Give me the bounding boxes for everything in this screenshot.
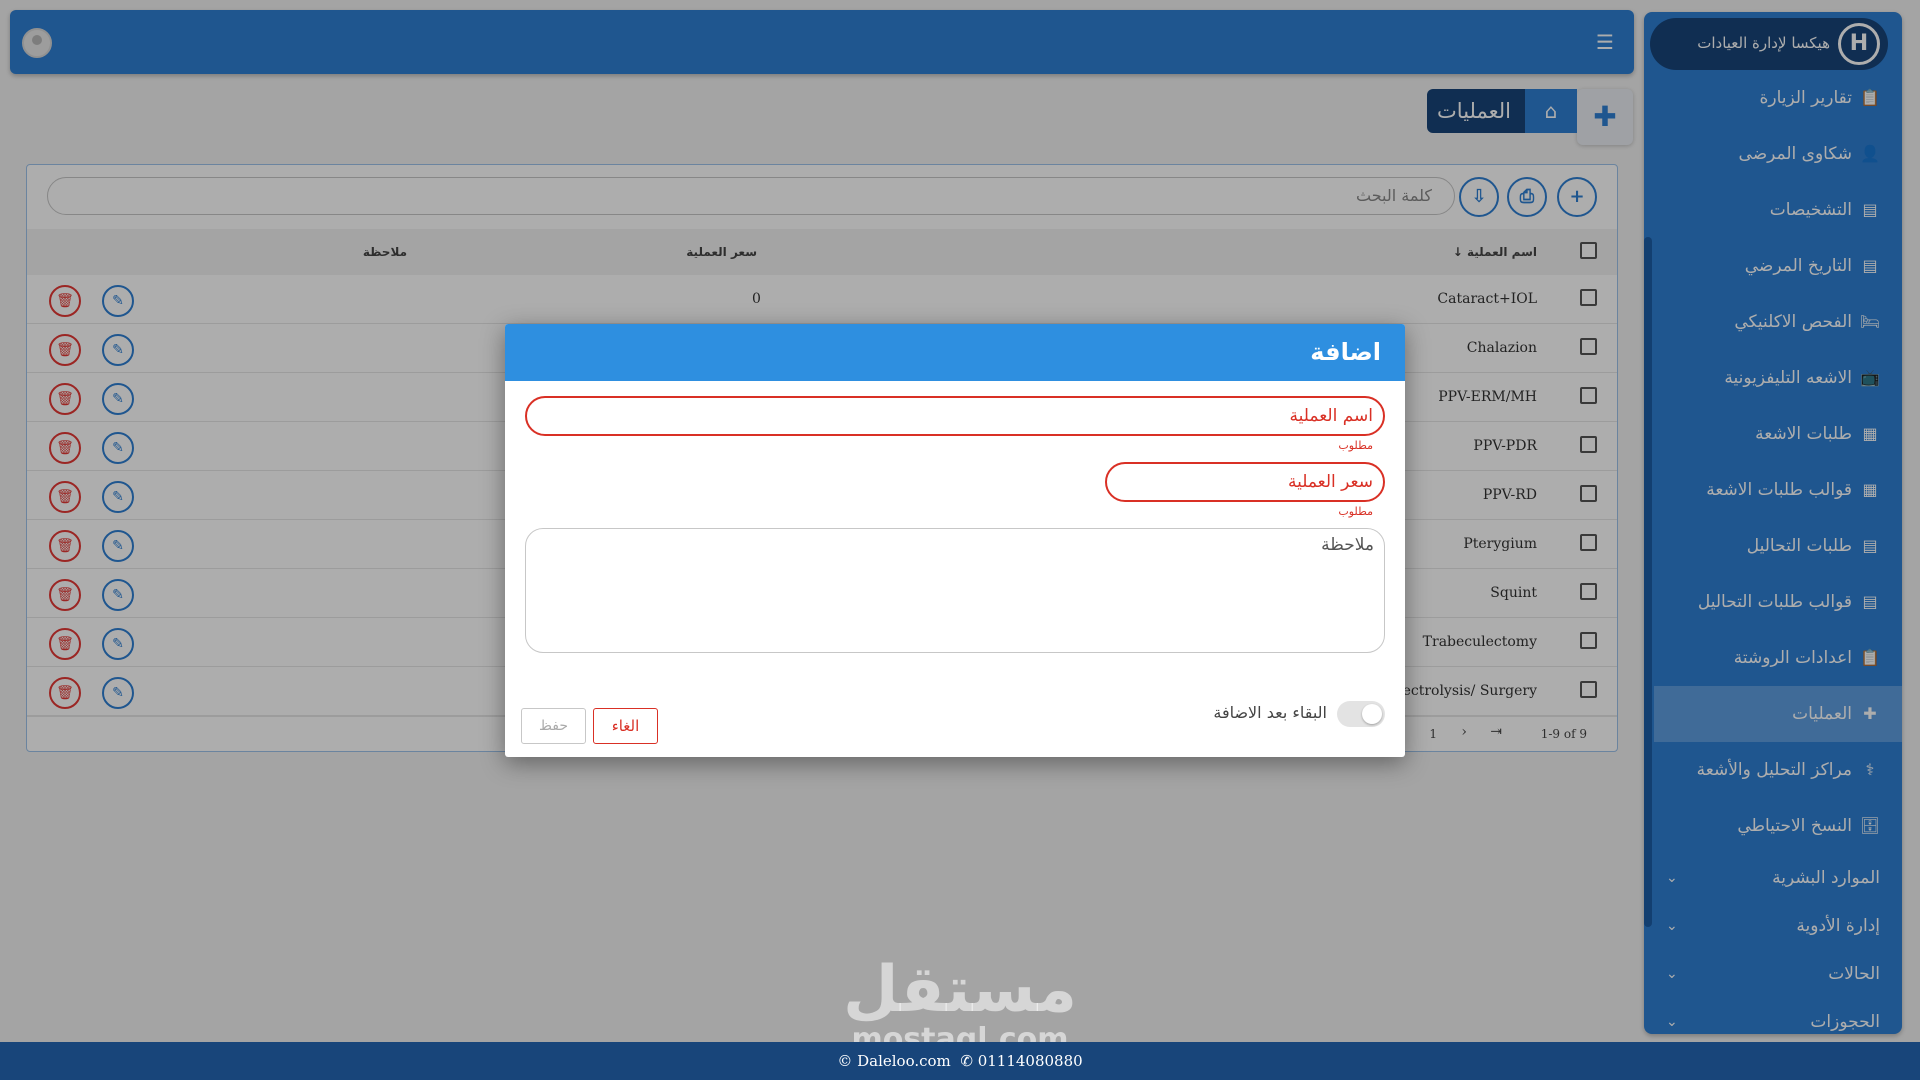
footer-phone: 01114080880 (977, 1052, 1083, 1070)
operation-name-field[interactable]: اسم العملية (525, 396, 1385, 436)
footer-site[interactable]: Daleloo.com (857, 1052, 951, 1070)
operation-price-label: سعر العملية (1287, 472, 1373, 492)
dialog-title: اضافة (505, 324, 1405, 381)
operation-name-label: اسم العملية (1289, 406, 1374, 426)
note-label: ملاحظة (1321, 535, 1374, 555)
stay-after-add-toggle[interactable] (1337, 701, 1385, 727)
copyright-icon: © (837, 1052, 853, 1070)
cancel-button[interactable]: الغاء (593, 708, 658, 744)
note-textarea[interactable]: ملاحظة (525, 528, 1385, 653)
add-operation-dialog: اضافة اسم العملية مطلوب سعر العملية مطلو… (505, 324, 1405, 757)
watermark-arabic: مستقل (842, 953, 1078, 1027)
price-required-hint: مطلوب (1338, 505, 1373, 518)
mostaql-watermark: مستقل mostaql.com (840, 955, 1080, 1055)
operation-price-field[interactable]: سعر العملية (1105, 462, 1385, 502)
save-button[interactable]: حفظ (521, 708, 586, 744)
phone-icon: ✆ (960, 1052, 973, 1070)
stay-after-add-label: البقاء بعد الاضافة (1213, 703, 1327, 722)
footer: © Daleloo.com ✆ 01114080880 (0, 1042, 1920, 1080)
name-required-hint: مطلوب (1338, 439, 1373, 452)
